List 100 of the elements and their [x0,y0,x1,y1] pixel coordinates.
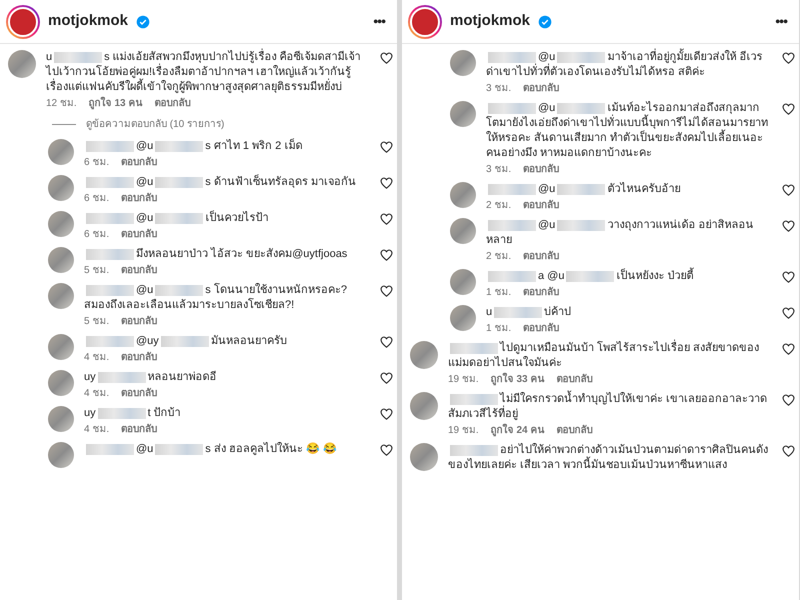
comment-text: u s แม่งเอ้ยสัสพวกมึงหุบปากไปบ่รู้เรื่อง คือซีเจ้มดสามีเจ้าไปเว้ากวนโอ้ยพ่อคู่ผม!เรื่องลืมตาอ้าปากฯลฯ เฮาใหญ่แล้วเว้ากันรู้เรื่องแต่แฟนคับรีใผดี้เข้าใจกูผู้พิพากษาสูงสุดศาลยุติธรรมมีหยั่งบ่ [46,50,370,95]
comment-text: @u s โดนนายใช้งานหนักหรอคะ? สมองถึงเลอะเลือนแล้วมาระบายลงโซเชียล?! [84,283,348,313]
heart-icon[interactable] [782,271,795,283]
heart-icon[interactable] [782,343,795,355]
more-options-button[interactable]: ••• [775,11,793,32]
likes-count[interactable]: ถูกใจ 24 คน [490,424,544,437]
profile-avatar[interactable] [408,4,442,38]
reply-button[interactable]: ตอบกลับ [121,156,158,169]
avatar [48,370,74,396]
avatar [410,341,438,369]
view-replies-button[interactable]: ดูข้อความตอบกลับ (10 รายการ) [86,118,224,131]
comment-text: @u เม้นท์อะไรออกมาส่อถึงสกุลมาก โตมายังไงเอ่ยถึงด่าเขาไปทั่วแบบนี้บุพการีไม่ได้สอนมารยาทให้หรอคะ สันดานเสียมาก ทำตัวเป็นขยะสังคมไปเลื้อยเนอะคนอย่างมึง หาหมอแดกยาบ้างนะคะ [486,101,769,161]
timestamp: 6 ชม. [84,192,110,205]
reply-button[interactable]: ตอบกลับ [121,315,158,328]
heart-icon[interactable] [380,372,393,384]
profile-avatar[interactable] [6,4,40,38]
more-options-button[interactable]: ••• [373,11,391,32]
avatar [48,175,74,201]
comment-text: @u เป็นควยไรป้า [84,211,370,226]
username[interactable]: motjokmok [48,10,128,33]
reply-button[interactable]: ตอบกลับ [121,264,158,277]
reply-button[interactable]: ตอบกลับ [121,387,158,400]
comment-text: @u s ศาไท 1 พริก 2 เม็ด [84,139,370,154]
timestamp: 4 ชม. [84,351,110,364]
timestamp: 6 ชม. [84,156,110,169]
reply-button[interactable]: ตอบกลับ [523,199,560,212]
timestamp: 2 ชม. [486,250,512,263]
heart-icon[interactable] [782,103,795,115]
username[interactable]: motjokmok [450,10,530,33]
avatar [410,392,438,420]
comment-text: @u มาจ้าเอาที่อยู่กูมั้ยเดียวส่งให้ อีเวรด่าเขาไปทั่วที่ตัวเองโดนเองรับไม่ได้หรอ สติค่ะ [486,50,772,80]
avatar [48,139,74,165]
avatar [450,182,476,208]
comment-text: ไม่มีใครกรวดน้ำทำบุญไปให้เขาค่ะ เขาเลยออกอาละวาดสัมภเวสีไร้ที่อยู่ [448,392,772,422]
comment-text: @u วางถุงกาวแหน่เด้อ อย่าสิหลอนหลาย [486,218,754,248]
timestamp: 5 ชม. [84,264,110,277]
heart-icon[interactable] [380,177,393,189]
avatar [48,211,74,237]
timestamp: 5 ชม. [84,315,110,328]
timestamp: 19 ชม. [448,373,479,386]
avatar [48,247,74,273]
timestamp: 12 ชม. [46,97,77,110]
comment-text: @uy มันหลอนยาครับ [84,334,370,349]
heart-icon[interactable] [782,307,795,319]
timestamp: 4 ชม. [84,387,110,400]
comment-text: @u ตัวไหนครับอ้าย [486,182,772,197]
reply-button[interactable]: ตอบกลับ [523,250,560,263]
timestamp: 4 ชม. [84,423,110,436]
heart-icon[interactable] [380,141,393,153]
heart-icon[interactable] [380,336,393,348]
comment-text: uy t ปักบ้า [84,406,182,421]
avatar [450,50,476,76]
reply-button[interactable]: ตอบกลับ [523,286,560,299]
heart-icon[interactable] [380,52,393,64]
reply-button[interactable]: ตอบกลับ [556,424,592,437]
reply-button[interactable]: ตอบกลับ [523,163,560,176]
comment-text: มึงหลอนยาป่าว ไอ้สวะ ขยะสังคม@uytfjooas [84,247,370,262]
comment-text: อย่าไปให้ค่าพวกต่างด้าวเม้นป่วนตามด่าดาราศิลปินคนดังของไทยเลยค่ะ เสียเวลา พวกนี้มันชอบเม้นป่วนหาซีนหาแสง [448,443,769,473]
heart-icon[interactable] [380,285,393,297]
reply-button[interactable]: ตอบกลับ [121,351,158,364]
heart-icon[interactable] [782,220,795,232]
heart-icon[interactable] [782,52,795,64]
heart-icon[interactable] [380,408,393,420]
avatar [450,305,476,331]
reply-button[interactable]: ตอบกลับ [121,228,158,241]
timestamp: 6 ชม. [84,228,110,241]
comment-text: uy หลอนยาพ่อดอี [84,370,218,385]
timestamp: 1 ชม. [486,322,512,335]
reply-button[interactable]: ตอบกลับ [523,82,560,95]
comment-text: ไปดูมาเหมือนมันบ้า โพสไร้สาระไปเรื่อย สงสัยขาดของ แม่มดอย่าไปสนใจมันค่ะ [448,341,772,371]
comment-text: u บ่ค้าป [486,305,572,320]
heart-icon[interactable] [380,444,393,456]
likes-count[interactable]: ถูกใจ 33 คน [490,373,544,386]
reply-button[interactable]: ตอบกลับ [154,97,190,110]
timestamp: 1 ชม. [486,286,512,299]
reply-button[interactable]: ตอบกลับ [121,192,158,205]
heart-icon[interactable] [782,445,795,457]
heart-icon[interactable] [782,184,795,196]
reply-button[interactable]: ตอบกลับ [121,423,158,436]
heart-icon[interactable] [782,394,795,406]
avatar [48,283,74,309]
timestamp: 2 ชม. [486,199,512,212]
avatar [450,269,476,295]
heart-icon[interactable] [380,213,393,225]
comment-text: a @u เป็นหยังงะ ป่วยตี้ [486,269,772,284]
reply-button[interactable]: ตอบกลับ [556,373,592,386]
comment-text: @u s ด้านฟ้าเซ็นทรัลอุดร มาเจอกัน [84,175,370,190]
reply-button[interactable]: ตอบกลับ [523,322,560,335]
comment-text: @u s ส่ง ฮอลคูลไปให้นะ 😂 😂 [84,442,370,457]
timestamp: 3 ชม. [486,163,512,176]
timestamp: 3 ชม. [486,82,512,95]
timestamp: 19 ชม. [448,424,479,437]
avatar [450,218,476,244]
heart-icon[interactable] [380,249,393,261]
avatar [8,50,36,78]
avatar [48,442,74,468]
avatar [410,443,438,471]
avatar [48,406,74,432]
likes-count[interactable]: ถูกใจ 13 คน [88,97,142,110]
avatar [450,101,476,127]
